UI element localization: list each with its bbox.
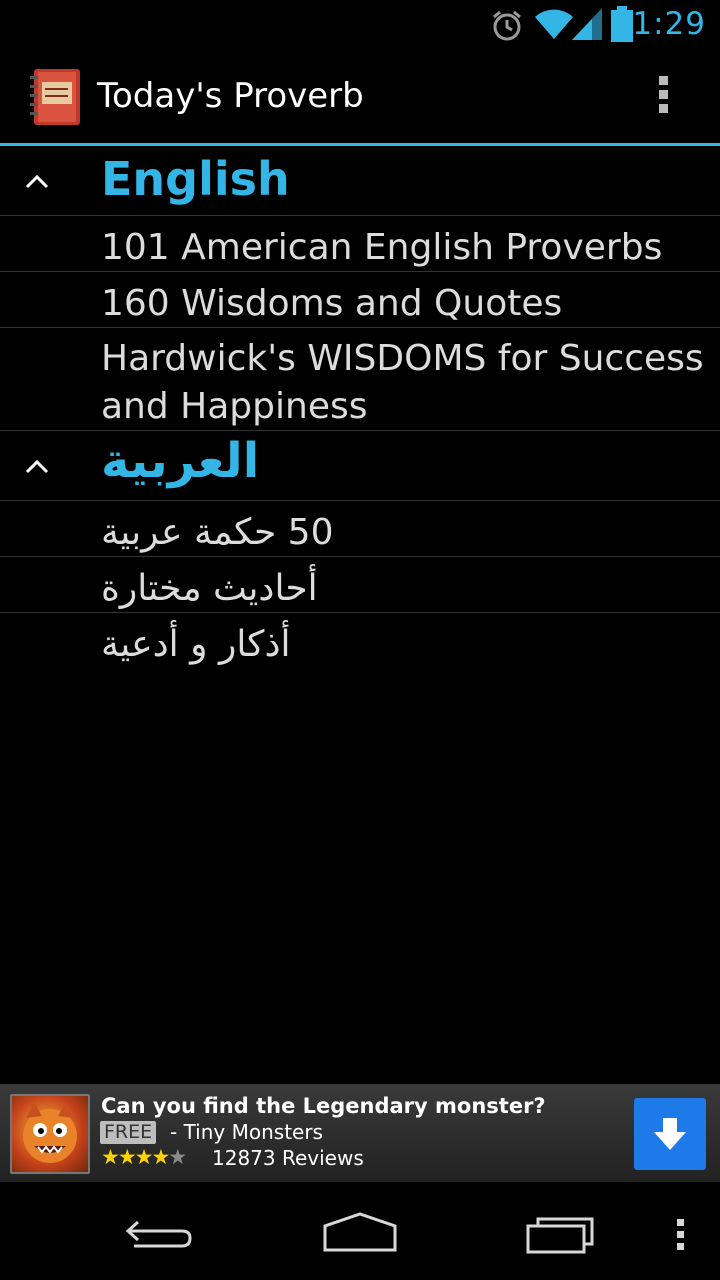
status-time: 1:29 (632, 6, 706, 42)
app-title: Today's Proverb (97, 76, 364, 116)
ad-title: Can you find the Legendary monster? (101, 1094, 546, 1118)
home-icon[interactable] (322, 1212, 398, 1254)
list-item-label: 101 American English Proverbs (101, 227, 663, 268)
download-button[interactable] (634, 1098, 706, 1170)
chevron-up-icon (25, 459, 49, 474)
list-item[interactable]: Hardwick's WISDOMS for Success and Happi… (0, 328, 720, 431)
battery-icon (611, 6, 633, 42)
list-item[interactable]: أحاديث مختارة (0, 557, 720, 613)
list-item-label: أذكار و أدعية (101, 624, 291, 665)
rating-stars: ★★★★★ (101, 1146, 187, 1170)
ad-reviews: 12873 Reviews (212, 1146, 364, 1170)
list-item-label: أحاديث مختارة (101, 568, 318, 609)
group-label: العربية (101, 433, 260, 489)
status-bar: 1:29 (0, 0, 720, 50)
list-item[interactable]: 50 حكمة عربية (0, 501, 720, 557)
proverb-list: English 101 American English Proverbs 16… (0, 146, 720, 669)
free-badge: FREE (100, 1121, 157, 1144)
alarm-icon (493, 10, 521, 41)
list-item-label: Hardwick's WISDOMS for Success and Happi… (101, 338, 704, 427)
ad-banner[interactable]: Can you find the Legendary monster? FREE… (0, 1084, 720, 1182)
overflow-menu-icon[interactable] (650, 76, 676, 120)
list-item-label: 160 Wisdoms and Quotes (101, 283, 563, 324)
list-item[interactable]: أذكار و أدعية (0, 613, 720, 669)
notebook-icon[interactable] (30, 68, 82, 126)
list-item[interactable]: 160 Wisdoms and Quotes (0, 272, 720, 328)
download-arrow-icon (654, 1118, 686, 1150)
ad-developer: - Tiny Monsters (170, 1120, 323, 1144)
monster-ad-image (10, 1094, 90, 1174)
chevron-up-icon (25, 174, 49, 189)
action-bar: Today's Proverb (0, 50, 720, 144)
group-header-english[interactable]: English (0, 146, 720, 216)
menu-dots-icon[interactable] (674, 1218, 688, 1252)
group-label: English (101, 152, 290, 206)
group-header-arabic[interactable]: العربية (0, 431, 720, 501)
wifi-icon (535, 9, 573, 39)
recent-apps-icon[interactable] (526, 1214, 596, 1254)
list-item-label: 50 حكمة عربية (101, 512, 334, 553)
navigation-bar (0, 1182, 720, 1280)
back-icon[interactable] (124, 1210, 196, 1252)
list-item[interactable]: 101 American English Proverbs (0, 216, 720, 272)
signal-icon (572, 8, 602, 40)
